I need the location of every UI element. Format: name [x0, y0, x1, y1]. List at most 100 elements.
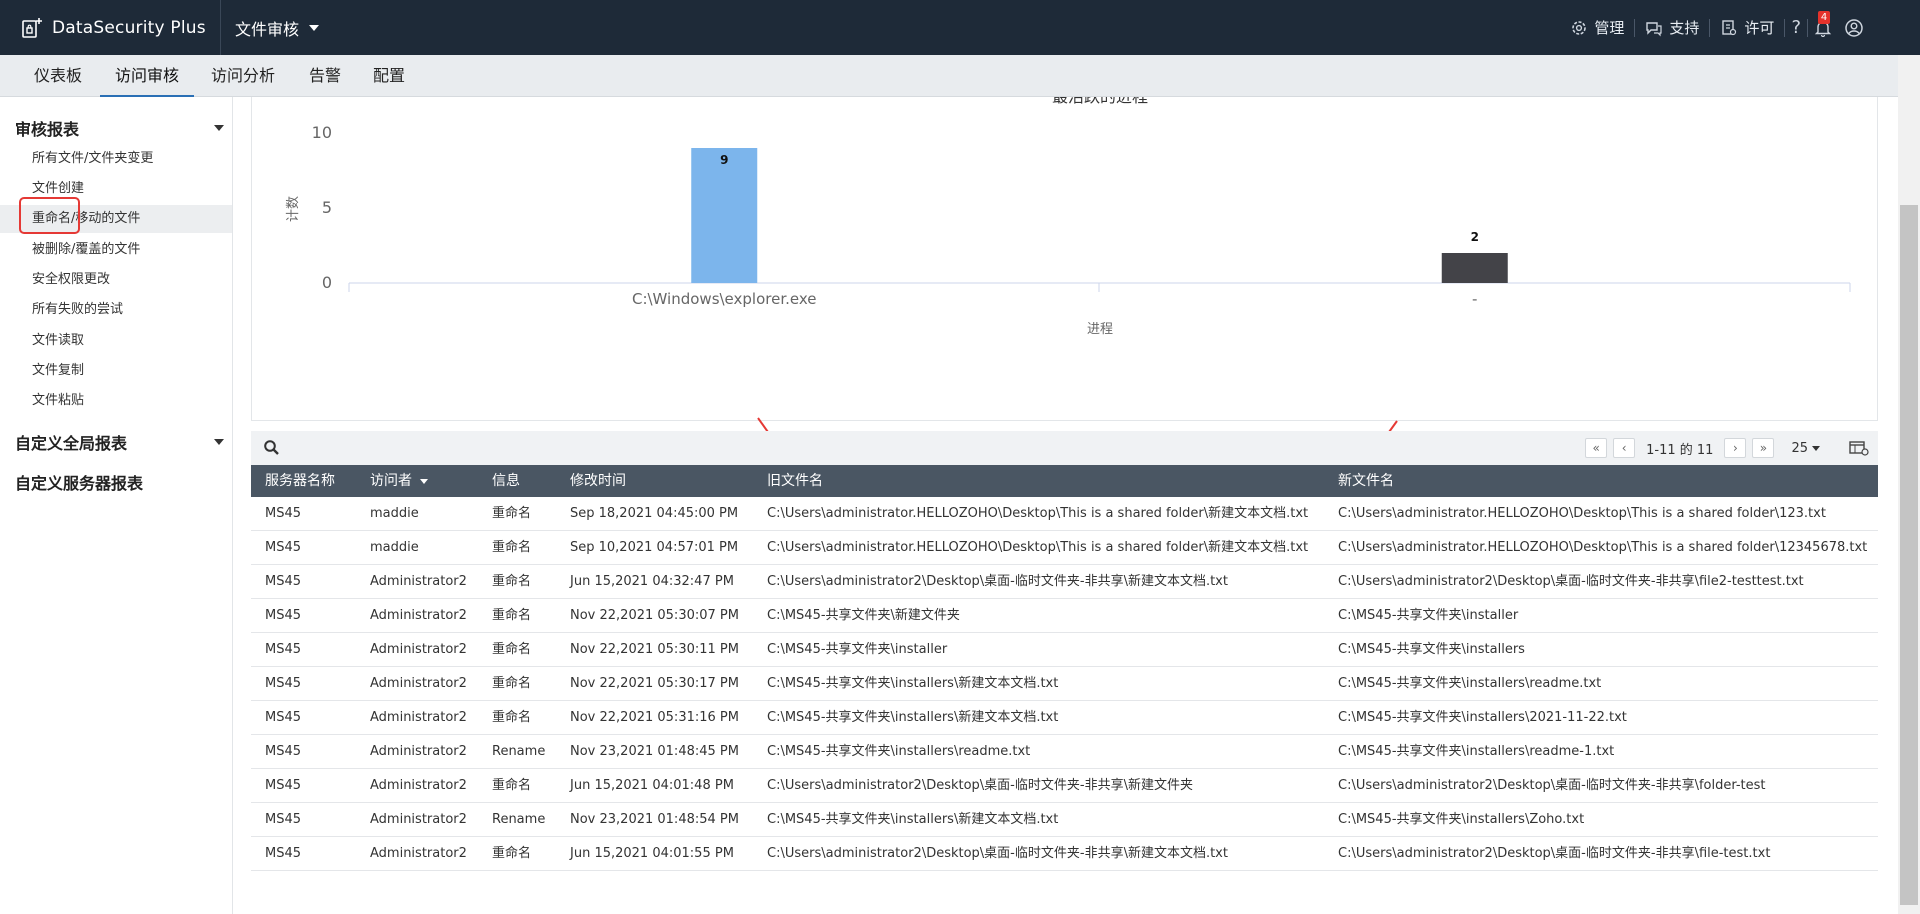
cell-info: 重命名 — [492, 608, 532, 623]
column-settings-icon[interactable] — [1848, 439, 1870, 457]
top-right-links: 管理 支持 许可 ? 4 — [1560, 0, 1870, 55]
cell-modified-time: Nov 22,2021 05:30:07 PM — [570, 608, 739, 623]
cell-accessor: Administrator2 — [370, 812, 467, 827]
cell-info: Rename — [492, 812, 546, 827]
cell-old-filename: C:\Users\administrator2\Desktop\桌面-临时文件夹… — [767, 778, 1193, 793]
cell-old-filename: C:\MS45-共享文件夹\新建文件夹 — [767, 608, 960, 623]
table-row[interactable]: MS45 Administrator2 重命名 Nov 22,2021 05:30:1… — [251, 633, 1878, 667]
cell-modified-time: Jun 15,2021 04:01:55 PM — [570, 846, 734, 861]
cell-accessor: Administrator2 — [370, 676, 467, 691]
column-header-modified-time[interactable]: 修改时间 — [570, 465, 626, 497]
cell-server: MS45 — [265, 812, 302, 827]
tab-access-analysis[interactable]: 访问分析 — [208, 55, 278, 97]
chart-y-axis-label: 计数 — [286, 196, 301, 222]
cell-server: MS45 — [265, 778, 302, 793]
chart-y-tick-label: 10 — [312, 123, 332, 142]
cell-new-filename: C:\Users\administrator2\Desktop\桌面-临时文件夹… — [1338, 778, 1766, 793]
column-header-new-filename[interactable]: 新文件名 — [1338, 465, 1394, 497]
support-icon — [1646, 21, 1663, 36]
notifications-button[interactable]: 4 — [1808, 10, 1838, 37]
cell-modified-time: Nov 23,2021 01:48:45 PM — [570, 744, 739, 759]
chevron-down-icon[interactable] — [214, 125, 224, 131]
table-row[interactable]: MS45 Administrator2 重命名 Jun 15,2021 04:01:5… — [251, 837, 1878, 871]
cell-modified-time: Jun 15,2021 04:32:47 PM — [570, 574, 734, 589]
column-header-old-filename[interactable]: 旧文件名 — [767, 465, 823, 497]
sidebar-section-audit-reports[interactable]: 审核报表 — [15, 116, 79, 140]
cell-info: 重命名 — [492, 778, 532, 793]
table-row[interactable]: MS45 Administrator2 重命名 Nov 22,2021 05:31:1… — [251, 701, 1878, 735]
table-row[interactable]: MS45 Administrator2 重命名 Jun 15,2021 04:32:4… — [251, 565, 1878, 599]
chart-data-label: 2 — [1471, 230, 1479, 244]
page-size-value: 25 — [1791, 440, 1808, 456]
cell-info: 重命名 — [492, 574, 532, 589]
cell-old-filename: C:\MS45-共享文件夹\installer — [767, 642, 948, 657]
table-row[interactable]: MS45 Administrator2 Rename Nov 23,2021 01:4… — [251, 803, 1878, 837]
column-header-server[interactable]: 服务器名称 — [265, 465, 335, 497]
cell-old-filename: C:\MS45-共享文件夹\installers\新建文本文档.txt — [767, 710, 1059, 725]
sidebar-item-file-read[interactable]: 文件读取 — [0, 327, 232, 355]
license-icon — [1722, 19, 1737, 35]
table-row[interactable]: MS45 Administrator2 重命名 Jun 15,2021 04:01:4… — [251, 769, 1878, 803]
sidebar-item-file-paste[interactable]: 文件粘贴 — [0, 387, 232, 415]
table-header: 服务器名称 访问者 信息 修改时间 旧文件名 新文件名 — [251, 465, 1878, 497]
next-page-button[interactable]: › — [1724, 438, 1747, 458]
chevron-down-icon — [1812, 445, 1820, 451]
help-button[interactable]: ? — [1785, 17, 1807, 38]
tab-access-audit[interactable]: 访问审核 — [100, 55, 194, 97]
logo-icon — [20, 16, 44, 40]
user-icon — [1845, 18, 1863, 37]
scrollbar-thumb[interactable] — [1900, 205, 1918, 905]
column-header-info[interactable]: 信息 — [492, 465, 520, 497]
tab-dashboard[interactable]: 仪表板 — [30, 55, 86, 97]
chevron-down-icon[interactable] — [214, 439, 224, 445]
chart-panel: 最活跃的进程 计数 进程 0 5 10 9 C:\Windows\explorer.ex… — [251, 97, 1878, 421]
profile-button[interactable] — [1838, 18, 1870, 38]
module-selector[interactable]: 文件审核 — [220, 0, 320, 55]
cell-info: 重命名 — [492, 642, 532, 657]
cell-info: 重命名 — [492, 506, 532, 521]
prev-page-button[interactable]: ‹ — [1613, 438, 1636, 458]
cell-info: 重命名 — [492, 540, 532, 555]
cell-old-filename: C:\Users\administrator.HELLOZOHO\Desktop… — [767, 506, 1309, 521]
sidebar-item-all-changes[interactable]: 所有文件/文件夹变更 — [0, 145, 232, 173]
cell-accessor: maddie — [370, 540, 419, 555]
cell-new-filename: C:\MS45-共享文件夹\installer — [1338, 608, 1519, 623]
chart-bar[interactable] — [1441, 253, 1508, 283]
page-size-select[interactable]: 25 — [1791, 441, 1820, 456]
table-row[interactable]: MS45 Administrator2 重命名 Nov 22,2021 05:30:0… — [251, 599, 1878, 633]
cell-new-filename: C:\MS45-共享文件夹\installers\Zoho.txt — [1338, 812, 1585, 827]
sidebar-section-custom-global[interactable]: 自定义全局报表 — [15, 430, 127, 454]
sidebar-item-permission-changes[interactable]: 安全权限更改 — [0, 266, 232, 294]
table-row[interactable]: MS45 maddie 重命名 Sep 18,2021 04:45:00 PM C:\U… — [251, 497, 1878, 531]
tab-alerts[interactable]: 告警 — [300, 55, 350, 97]
cell-info: 重命名 — [492, 710, 532, 725]
admin-link[interactable]: 管理 — [1560, 17, 1634, 38]
cell-modified-time: Nov 22,2021 05:30:17 PM — [570, 676, 739, 691]
license-link[interactable]: 许可 — [1710, 17, 1784, 38]
table-row[interactable]: MS45 maddie 重命名 Sep 10,2021 04:57:01 PM C:\U… — [251, 531, 1878, 565]
table-toolbar: « ‹ 1-11 的 11 › » 25 — [251, 431, 1878, 465]
cell-accessor: Administrator2 — [370, 642, 467, 657]
cell-new-filename: C:\MS45-共享文件夹\installers\2021-11-22.txt — [1338, 710, 1627, 725]
top-bar: DataSecurity Plus 文件审核 管理 支持 许可 ? 4 — [0, 0, 1920, 55]
table-row[interactable]: MS45 Administrator2 Rename Nov 23,2021 01:4… — [251, 735, 1878, 769]
column-header-accessor[interactable]: 访问者 — [370, 465, 428, 497]
table-row[interactable]: MS45 Administrator2 重命名 Nov 22,2021 05:30:1… — [251, 667, 1878, 701]
sidebar-item-file-copy[interactable]: 文件复制 — [0, 357, 232, 385]
cell-modified-time: Sep 10,2021 04:57:01 PM — [570, 540, 739, 555]
last-page-button[interactable]: » — [1752, 438, 1775, 458]
support-link[interactable]: 支持 — [1635, 17, 1709, 38]
chart-bar[interactable] — [691, 148, 758, 283]
first-page-button[interactable]: « — [1585, 438, 1608, 458]
cell-old-filename: C:\MS45-共享文件夹\installers\新建文本文档.txt — [767, 812, 1059, 827]
sidebar-item-failed-attempts[interactable]: 所有失败的尝试 — [0, 296, 232, 324]
cell-modified-time: Nov 22,2021 05:31:16 PM — [570, 710, 739, 725]
tab-configuration[interactable]: 配置 — [366, 55, 412, 97]
app-logo[interactable]: DataSecurity Plus — [20, 15, 206, 41]
search-icon[interactable] — [263, 439, 281, 457]
chart-x-tick-label: C:\Windows\explorer.exe — [632, 290, 817, 308]
cell-server: MS45 — [265, 608, 302, 623]
sidebar-section-custom-server[interactable]: 自定义服务器报表 — [15, 470, 143, 494]
sidebar-item-deleted-overwritten[interactable]: 被删除/覆盖的文件 — [0, 236, 232, 264]
page-info: 1-11 的 11 — [1646, 442, 1714, 458]
